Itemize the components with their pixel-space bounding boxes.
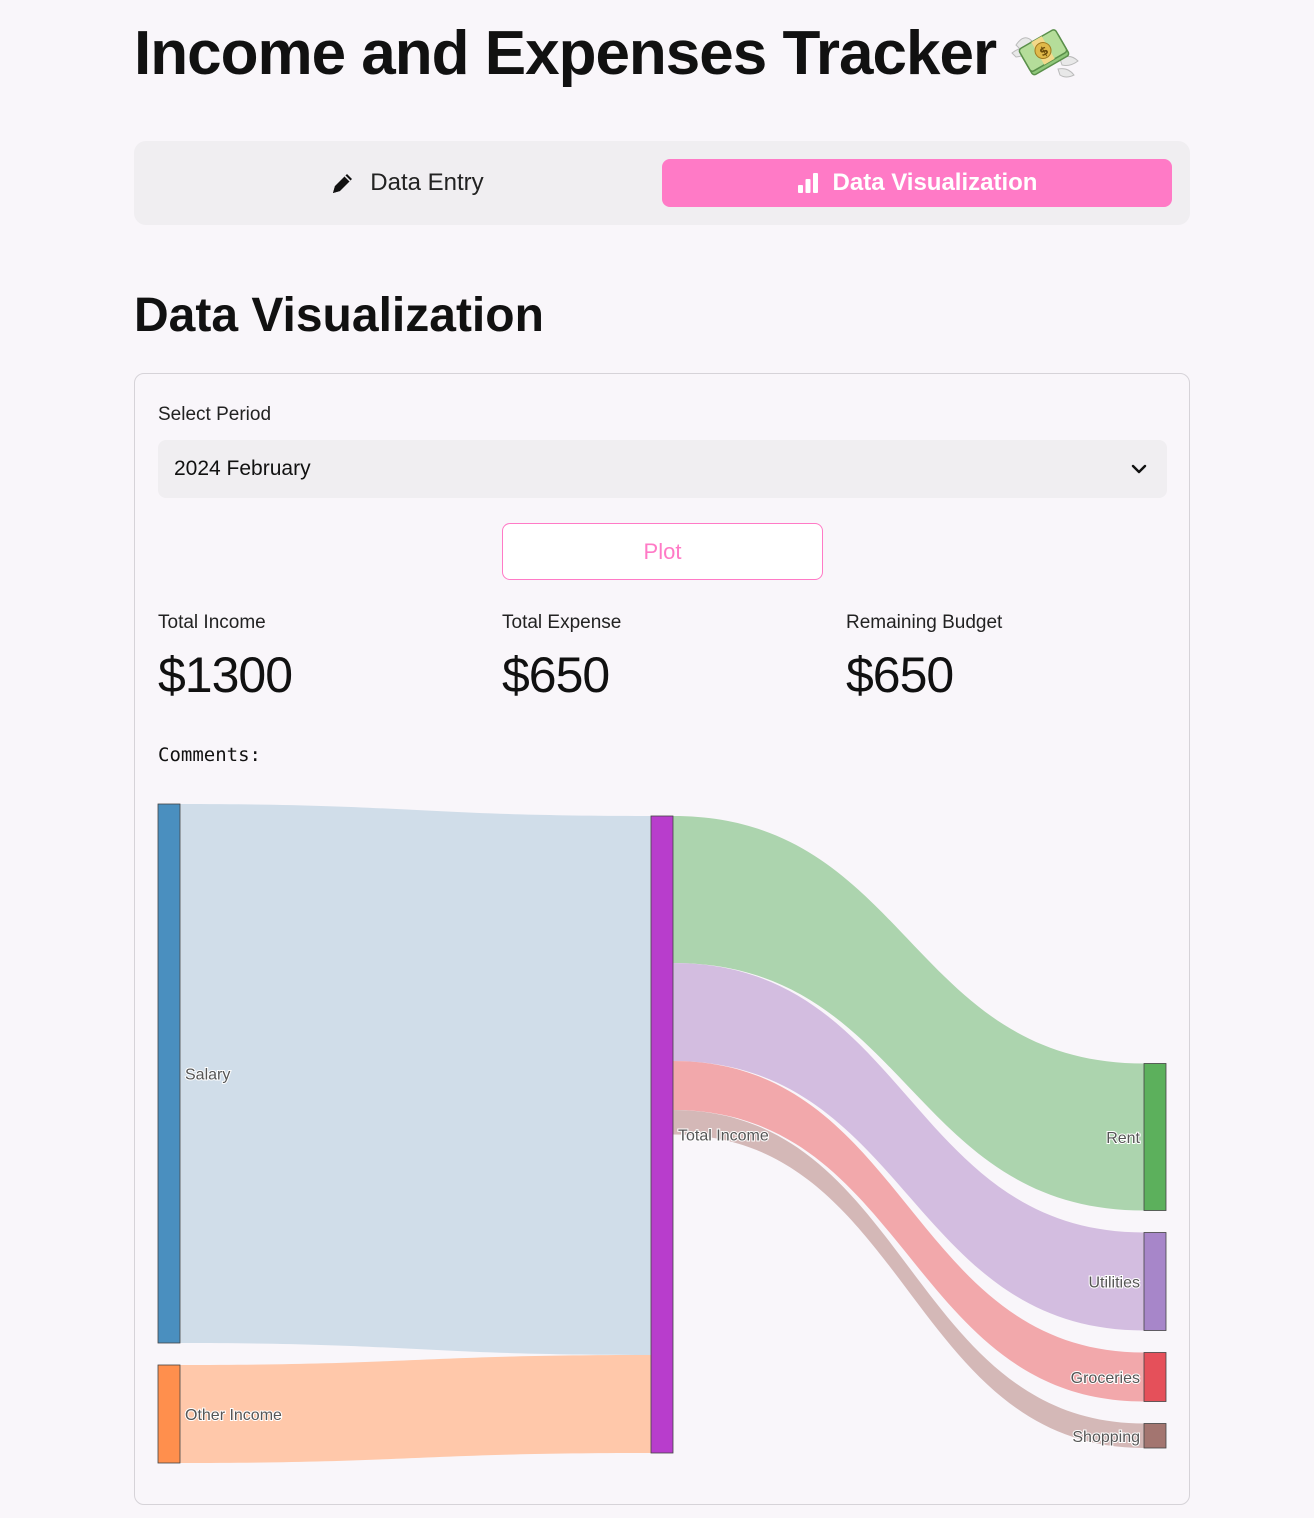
sankey-link-salary-to-total-income (180, 804, 651, 1355)
sankey-node-label-total-income: Total Income (678, 1128, 769, 1145)
sankey-node-label-utilities: Utilities (1088, 1275, 1140, 1292)
sankey-node-label-groceries: Groceries (1071, 1370, 1140, 1387)
page-title: Income and Expenses Tracker $ (134, 18, 1080, 89)
sankey-node-salary (157, 803, 181, 1344)
sankey-node-label-shopping: Shopping (1072, 1429, 1140, 1446)
sankey-node-label-other-income: Other Income (185, 1407, 282, 1424)
tab-data-visualization[interactable]: Data Visualization (662, 159, 1172, 207)
sankey-node-rent (1143, 1063, 1167, 1211)
sankey-node-utilities (1143, 1232, 1167, 1331)
sankey-node-groceries (1143, 1352, 1167, 1402)
sankey-node-other-income (157, 1364, 181, 1464)
visualization-panel: Select Period 2024 February Plot Total I… (134, 373, 1190, 1505)
sankey-node-shopping (1143, 1423, 1167, 1449)
tab-data-entry-label: Data Entry (370, 169, 484, 196)
money-with-wings-icon: $ (1011, 28, 1079, 77)
tab-bar: Data Entry Data Visualization (134, 141, 1190, 225)
pencil-icon (333, 174, 353, 193)
section-title: Data Visualization (134, 289, 544, 342)
bar-chart-icon (797, 173, 818, 193)
page-title-text: Income and Expenses Tracker (134, 19, 997, 88)
sankey-node-total-income (650, 815, 674, 1454)
tab-data-entry[interactable]: Data Entry (152, 159, 662, 207)
sankey-chart: Salary Other Income Total Income Rent Utilit… (157, 803, 1167, 1464)
sankey-node-label-salary: Salary (185, 1067, 230, 1084)
tab-data-visualization-label: Data Visualization (832, 169, 1038, 196)
sankey-node-label-rent: Rent (1106, 1130, 1140, 1147)
